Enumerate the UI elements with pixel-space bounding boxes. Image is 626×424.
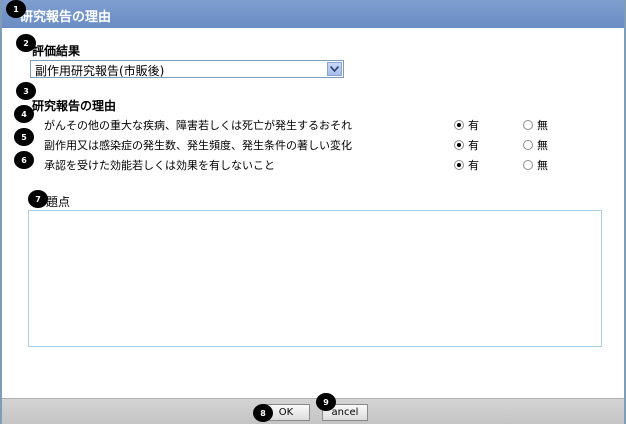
marker-2: 2 — [16, 34, 36, 52]
cancel-button-label: ancel — [331, 407, 359, 418]
radio-unchecked-icon[interactable] — [523, 120, 533, 130]
reason-text: 副作用又は感染症の発生数、発生頻度、発生条件の著しい変化 — [44, 139, 352, 152]
reason-row-3: 6 承認を受けた効能若しくは効果を有しないこと 有 無 — [2, 151, 624, 173]
marker-3: 3 — [16, 82, 36, 100]
no-label: 無 — [537, 119, 548, 132]
issues-textarea[interactable] — [28, 210, 602, 347]
yes-label: 有 — [468, 159, 479, 172]
marker-7: 7 — [28, 190, 48, 208]
radio-checked-icon[interactable] — [454, 160, 464, 170]
reason-2-yes-radio[interactable]: 有 — [454, 137, 479, 153]
evaluation-label: 評価結果 — [32, 44, 81, 58]
radio-checked-icon[interactable] — [454, 120, 464, 130]
report-reason-dialog: 研究報告の理由 1 2 評価結果 副作用研究報告(市販後) 3 研究報告の理由 … — [0, 0, 626, 424]
reason-2-no-radio[interactable]: 無 — [523, 137, 548, 153]
marker-6: 6 — [14, 151, 34, 169]
marker-4: 4 — [14, 105, 34, 123]
dialog-title: 研究報告の理由 — [20, 10, 112, 25]
marker-8: 8 — [253, 404, 273, 422]
reasons-label: 研究報告の理由 — [32, 99, 117, 113]
dialog-footer: OK ancel — [2, 398, 624, 424]
marker-9: 9 — [316, 393, 336, 411]
ok-button-label: OK — [278, 407, 294, 418]
chevron-down-icon[interactable] — [327, 62, 342, 76]
reason-text: がんその他の重大な疾病、障害若しくは死亡が発生するおそれ — [44, 119, 352, 132]
marker-5: 5 — [14, 128, 34, 146]
reason-1-yes-radio[interactable]: 有 — [454, 117, 479, 133]
evaluation-select-value: 副作用研究報告(市販後) — [35, 64, 165, 78]
marker-1: 1 — [6, 0, 26, 18]
radio-unchecked-icon[interactable] — [523, 160, 533, 170]
reason-row-1: 4 がんその他の重大な疾病、障害若しくは死亡が発生するおそれ 有 無 — [2, 105, 624, 133]
reason-3-no-radio[interactable]: 無 — [523, 157, 548, 173]
dialog-titlebar: 研究報告の理由 — [2, 0, 624, 28]
no-label: 無 — [537, 139, 548, 152]
reason-1-no-radio[interactable]: 無 — [523, 117, 548, 133]
issues-label: 題点 — [46, 195, 71, 209]
reason-3-yes-radio[interactable]: 有 — [454, 157, 479, 173]
yes-label: 有 — [468, 139, 479, 152]
radio-unchecked-icon[interactable] — [523, 140, 533, 150]
yes-label: 有 — [468, 119, 479, 132]
no-label: 無 — [537, 159, 548, 172]
reason-row-2: 5 副作用又は感染症の発生数、発生頻度、発生条件の著しい変化 有 無 — [2, 128, 624, 153]
evaluation-select[interactable]: 副作用研究報告(市販後) — [30, 60, 344, 78]
radio-checked-icon[interactable] — [454, 140, 464, 150]
reason-text: 承認を受けた効能若しくは効果を有しないこと — [44, 159, 275, 172]
